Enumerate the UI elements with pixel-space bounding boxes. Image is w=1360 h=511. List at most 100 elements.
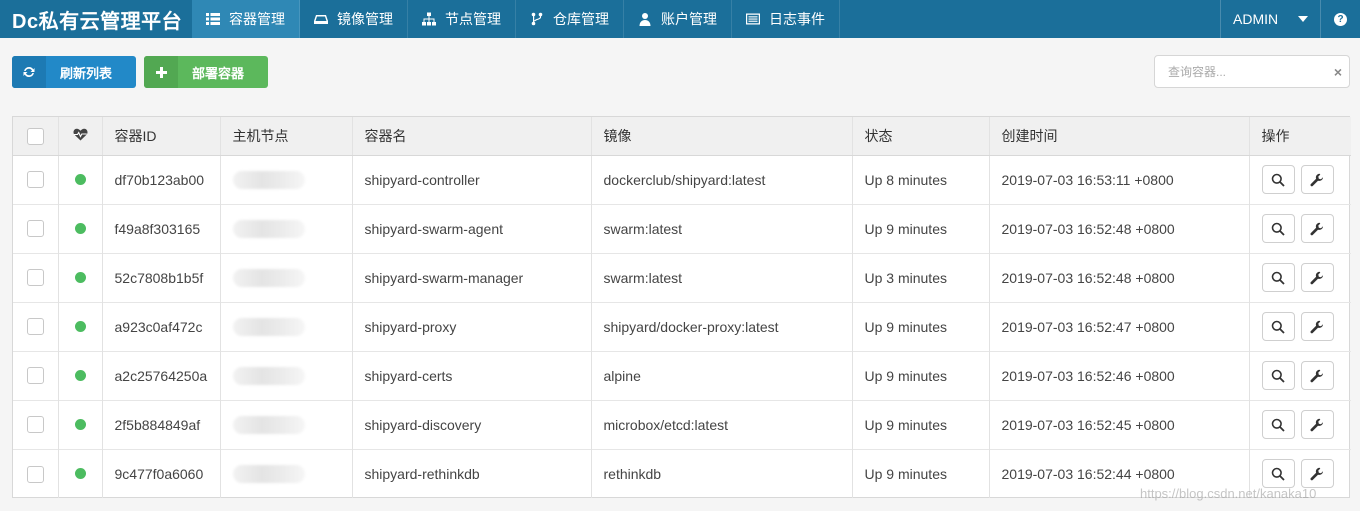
row-checkbox[interactable] [26,367,44,385]
host-node-cell [220,204,353,253]
wrench-icon [1310,222,1323,235]
drive-icon [314,15,328,24]
inspect-button[interactable] [1261,165,1295,194]
nav-nodes[interactable]: 节点管理 [408,0,516,38]
actions-cell [1249,400,1351,449]
table-row[interactable]: df70b123ab00 shipyard-controller dockerclu… [13,155,1351,204]
container-name: shipyard-rethinkdb [352,449,592,498]
container-status: Up 9 minutes [852,400,990,449]
container-name: shipyard-certs [352,351,592,400]
host-node-cell [220,351,353,400]
container-image: microbox/etcd:latest [591,400,853,449]
user-menu[interactable]: ADMIN [1220,0,1320,38]
table-row[interactable]: a2c25764250a shipyard-certs alpine Up 9 min… [13,351,1351,400]
container-id[interactable]: 9c477f0a6060 [102,449,221,498]
refresh-list-button[interactable]: 刷新列表 [12,56,136,88]
row-select-cell [13,302,59,351]
table-row[interactable]: a923c0af472c shipyard-proxy shipyard/docke… [13,302,1351,351]
settings-button[interactable] [1300,214,1334,243]
row-checkbox[interactable] [26,269,44,287]
container-image: shipyard/docker-proxy:latest [591,302,853,351]
nav-registries[interactable]: 仓库管理 [516,0,624,38]
header-image[interactable]: 镜像 [591,117,853,156]
settings-button[interactable] [1300,263,1334,292]
host-node-cell [220,449,353,498]
container-image: rethinkdb [591,449,853,498]
host-node-cell [220,400,353,449]
plus-icon [144,56,178,88]
table-row[interactable]: f49a8f303165 shipyard-swarm-agent swarm:la… [13,204,1351,253]
row-select-cell [13,449,59,498]
inspect-button[interactable] [1261,263,1295,292]
refresh-label: 刷新列表 [59,65,112,81]
row-checkbox[interactable] [26,220,44,238]
redacted-host-node [232,415,305,434]
header-host-node[interactable]: 主机节点 [220,117,353,156]
inspect-button[interactable] [1261,410,1295,439]
row-checkbox[interactable] [26,171,44,189]
row-checkbox[interactable] [26,465,44,483]
row-checkbox[interactable] [26,318,44,336]
settings-button[interactable] [1300,459,1334,489]
top-navbar: Dc私有云管理平台 容器管理 镜像管理 节点管理 仓库管理 账户管理 日志事件 … [0,0,1360,38]
inspect-button[interactable] [1261,312,1295,341]
health-cell [58,204,103,253]
container-id[interactable]: f49a8f303165 [102,204,221,253]
header-created[interactable]: 创建时间 [989,117,1250,156]
container-id[interactable]: a923c0af472c [102,302,221,351]
search-icon [1271,320,1285,334]
settings-button[interactable] [1300,361,1334,390]
container-created: 2019-07-03 16:53:11 +0800 [989,155,1250,204]
nav-accounts[interactable]: 账户管理 [624,0,732,38]
question-icon: ? [1334,12,1347,26]
wrench-icon [1310,467,1323,481]
help-button[interactable]: ? [1320,0,1360,38]
container-image: dockerclub/shipyard:latest [591,155,853,204]
grid-icon [206,13,220,25]
health-cell [58,302,103,351]
header-status[interactable]: 状态 [852,117,990,156]
container-id[interactable]: 52c7808b1b5f [102,253,221,302]
nav-events[interactable]: 日志事件 [732,0,840,38]
header-container-name[interactable]: 容器名 [352,117,592,156]
running-status-dot [74,320,86,332]
wrench-icon [1310,271,1323,284]
user-name: ADMIN [1233,11,1279,27]
table-row[interactable]: 2f5b884849af shipyard-discovery microbox/e… [13,400,1351,449]
nav-containers[interactable]: 容器管理 [192,0,300,38]
deploy-container-button[interactable]: 部署容器 [144,56,268,88]
table-row[interactable]: 52c7808b1b5f shipyard-swarm-manager swarm:… [13,253,1351,302]
settings-button[interactable] [1300,165,1334,194]
header-health [58,117,103,156]
redacted-host-node [232,170,305,189]
select-all-checkbox[interactable] [26,127,44,145]
header-container-id[interactable]: 容器ID [102,117,221,156]
search-input[interactable] [1155,64,1327,79]
brand-title[interactable]: Dc私有云管理平台 [0,0,192,38]
search-icon [1271,271,1285,285]
health-cell [58,155,103,204]
nav-label: 节点管理 [445,11,501,27]
row-checkbox[interactable] [26,416,44,434]
wrench-icon [1310,173,1323,186]
settings-button[interactable] [1300,312,1334,341]
redacted-host-node [232,219,305,238]
running-status-dot [74,271,86,283]
close-icon[interactable]: × [1327,64,1349,80]
inspect-button[interactable] [1261,459,1295,489]
container-id[interactable]: a2c25764250a [102,351,221,400]
inspect-button[interactable] [1261,214,1295,243]
health-cell [58,253,103,302]
header-actions: 操作 [1249,117,1351,156]
container-image: swarm:latest [591,253,853,302]
container-name: shipyard-proxy [352,302,592,351]
settings-button[interactable] [1300,410,1334,439]
inspect-button[interactable] [1261,361,1295,390]
container-status: Up 9 minutes [852,449,990,498]
nav-images[interactable]: 镜像管理 [300,0,408,38]
container-id[interactable]: df70b123ab00 [102,155,221,204]
container-id[interactable]: 2f5b884849af [102,400,221,449]
search-icon [1271,369,1285,383]
search-icon [1271,467,1285,481]
